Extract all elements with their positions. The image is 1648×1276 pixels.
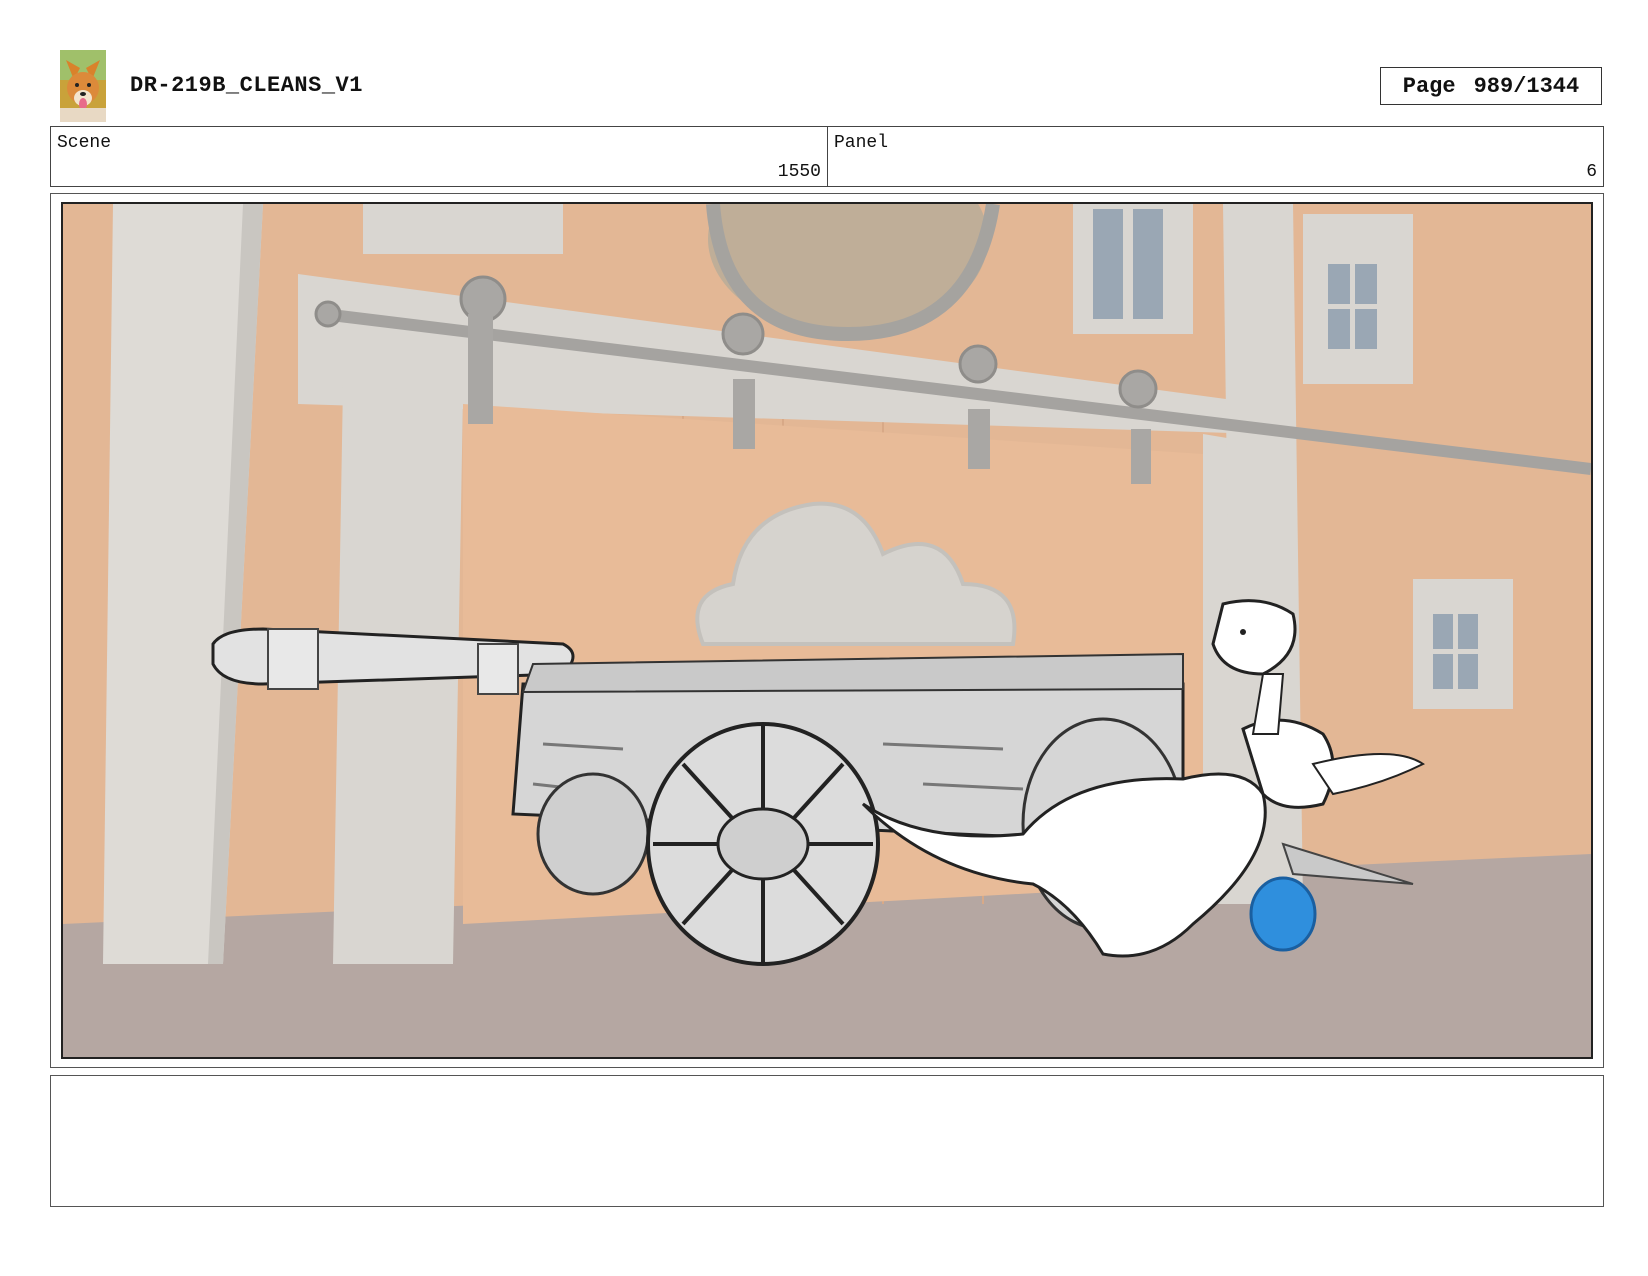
scene-cell: Scene 1550 [51,127,828,186]
scene-number: 1550 [777,162,821,182]
scene-label: Scene [57,133,112,153]
page-indicator: Page 989/1344 [1380,67,1602,105]
page-label: Page [1402,73,1456,99]
panel-number: 6 [1586,162,1597,182]
panel-cell: Panel 6 [828,127,1603,186]
panel-notes [50,1075,1604,1207]
dog-avatar-icon [60,50,106,122]
document-title: DR-219B_CLEANS_V1 [130,73,363,98]
panel-label: Panel [834,133,889,153]
scene-panel-row: Scene 1550 Panel 6 [50,126,1604,187]
storyboard-frame [61,202,1593,1059]
page-number: 989/1344 [1473,73,1580,99]
storyboard-sketch-icon [63,204,1591,1057]
